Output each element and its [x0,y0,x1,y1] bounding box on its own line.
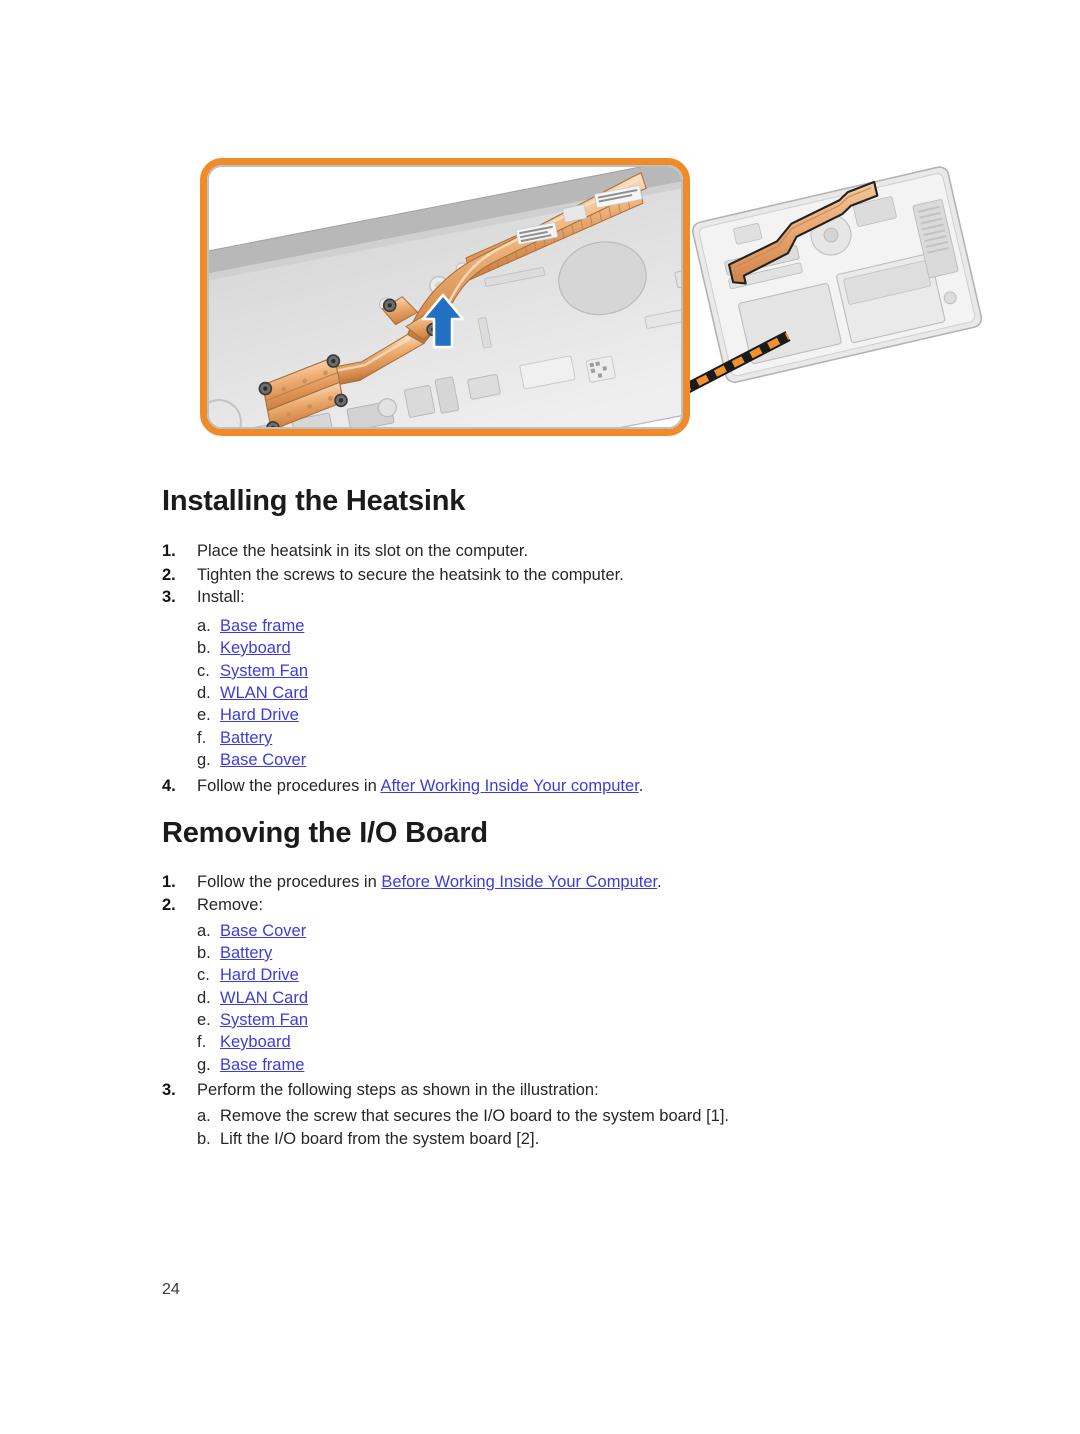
install-sub-item-g[interactable]: g. Base Cover [197,749,306,771]
sub-marker: a. [197,1107,211,1125]
sub-marker: b. [197,944,211,962]
laptop-base-svg [691,166,983,384]
sub-marker: e. [197,706,211,724]
sub-marker: c. [197,662,210,680]
link-before-working-inside-your-computer[interactable]: Before Working Inside Your Computer [381,873,657,891]
install-sub-item-f[interactable]: f. Battery [197,727,272,749]
step-remove-2: 2. Remove: [162,894,263,916]
sub-marker: e. [197,1011,211,1029]
install-sub-item-d[interactable]: d. WLAN Card [197,682,308,704]
step-marker: 4. [162,777,176,795]
link-keyboard[interactable]: Keyboard [220,639,291,657]
page-title-installing-heatsink: Installing the Heatsink [162,485,466,517]
link-system-fan[interactable]: System Fan [220,1011,308,1029]
install-sub-item-e[interactable]: e. Hard Drive [197,704,299,726]
illustration-sub-item-b: b. Lift the I/O board from the system boa… [197,1128,539,1150]
link-battery[interactable]: Battery [220,729,272,747]
sub-marker: d. [197,684,211,702]
page-title-removing-io-board: Removing the I/O Board [162,817,488,849]
install-sub-item-b[interactable]: b. Keyboard [197,637,291,659]
link-base-cover[interactable]: Base Cover [220,922,306,940]
install-sub-item-c[interactable]: c. System Fan [197,660,308,682]
remove-sub-item-d[interactable]: d. WLAN Card [197,987,308,1009]
step-marker: 3. [162,1081,176,1099]
magnified-heatsink-svg [209,167,681,427]
step-text: Place the heatsink in its slot on the co… [197,542,529,560]
link-after-working-inside-your-computer[interactable]: After Working Inside Your computer [380,777,638,795]
sub-marker: a. [197,617,211,635]
install-sub-item-a[interactable]: a. Base frame [197,615,304,637]
callout-inner-frame [207,165,683,429]
step-marker: 1. [162,873,176,891]
sub-marker: d. [197,989,211,1007]
step-marker: 2. [162,566,176,584]
sub-marker: g. [197,751,211,769]
step-text-prefix: Follow the procedures in [197,777,381,795]
remove-sub-item-e[interactable]: e. System Fan [197,1009,308,1031]
step-install-3: 3. Install: [162,586,245,608]
step-install-1: 1. Place the heatsink in its slot on the … [162,540,528,562]
sub-marker: a. [197,922,211,940]
link-base-frame[interactable]: Base frame [220,617,304,635]
step-marker: 1. [162,542,176,560]
step-text: Tighten the screws to secure the heatsin… [197,566,624,584]
remove-sub-item-f[interactable]: f. Keyboard [197,1031,291,1053]
sub-marker: f. [197,729,207,747]
link-keyboard[interactable]: Keyboard [220,1033,291,1051]
sub-text: Lift the I/O board from the system board… [220,1130,540,1148]
link-base-frame[interactable]: Base frame [220,1056,304,1074]
link-hard-drive[interactable]: Hard Drive [220,706,299,724]
link-base-cover[interactable]: Base Cover [220,751,306,769]
link-system-fan[interactable]: System Fan [220,662,308,680]
sub-marker: f. [197,1033,207,1051]
link-wlan-card[interactable]: WLAN Card [220,684,308,702]
magnified-heatsink-callout [200,158,690,436]
heatsink-figure [0,140,1080,450]
step-remove-3: 3. Perform the following steps as shown i… [162,1079,599,1101]
sub-marker: b. [197,639,211,657]
step-install-4: 4. Follow the procedures in After Working… [162,775,643,797]
remove-sub-item-g[interactable]: g. Base frame [197,1054,304,1076]
step-text: Install: [197,588,245,606]
remove-sub-item-a[interactable]: a. Base Cover [197,920,306,942]
link-hard-drive[interactable]: Hard Drive [220,966,299,984]
link-battery[interactable]: Battery [220,944,272,962]
step-text-suffix: . [657,873,662,891]
step-text-suffix: . [638,777,644,795]
step-install-2: 2. Tighten the screws to secure the heats… [162,564,624,586]
step-marker: 2. [162,896,176,914]
sub-marker: b. [197,1130,211,1148]
step-text-prefix: Follow the procedures in [197,873,382,891]
remove-sub-item-b[interactable]: b. Battery [197,942,272,964]
link-wlan-card[interactable]: WLAN Card [220,989,308,1007]
illustration-sub-item-a: a. Remove the screw that secures the I/O … [197,1105,729,1127]
page-number: 24 [162,1281,180,1298]
step-marker: 3. [162,588,176,606]
sub-text: Remove the screw that secures the I/O bo… [220,1107,729,1125]
remove-sub-item-c[interactable]: c. Hard Drive [197,964,299,986]
sub-marker: g. [197,1056,211,1074]
laptop-base-illustration [690,162,990,387]
step-remove-1: 1. Follow the procedures in Before Workin… [162,871,662,893]
step-text: Remove: [197,896,264,914]
step-text: Perform the following steps as shown in … [197,1081,599,1099]
sub-marker: c. [197,966,210,984]
